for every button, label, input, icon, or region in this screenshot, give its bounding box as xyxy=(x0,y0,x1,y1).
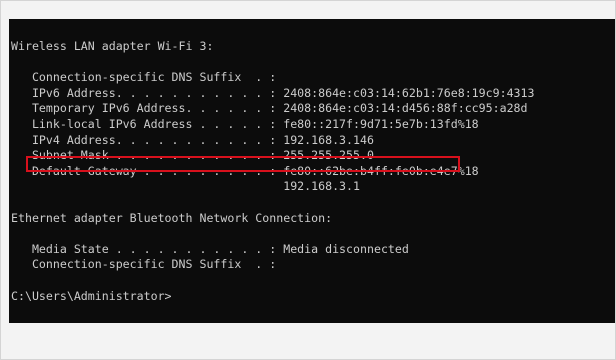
default-gateway-ipv4-line: 192.168.3.1 xyxy=(11,179,361,194)
bluetooth-dns-suffix-line: Connection-specific DNS Suffix . : xyxy=(11,257,277,272)
subnet-mask-line: Subnet Mask . . . . . . . . . . . : 255.… xyxy=(11,148,374,163)
media-state-line: Media State . . . . . . . . . . . : Medi… xyxy=(11,241,409,256)
link-local-ipv6-line: Link-local IPv6 Address . . . . . : fe80… xyxy=(11,116,479,131)
adapter-header-bluetooth: Ethernet adapter Bluetooth Network Conne… xyxy=(11,210,333,225)
console-output: Wireless LAN adapter Wi-Fi 3: Connection… xyxy=(11,39,535,304)
temp-ipv6-address-line: Temporary IPv6 Address. . . . . . : 2408… xyxy=(11,101,528,116)
ipv4-address-line: IPv4 Address. . . . . . . . . . . : 192.… xyxy=(11,132,374,147)
command-prompt-line[interactable]: C:\Users\Administrator> xyxy=(11,289,535,305)
ipv6-address-line: IPv6 Address. . . . . . . . . . . : 2408… xyxy=(11,85,535,100)
adapter-header-wifi: Wireless LAN adapter Wi-Fi 3: xyxy=(11,39,214,53)
command-prompt-window[interactable]: Wireless LAN adapter Wi-Fi 3: Connection… xyxy=(9,19,615,323)
dns-suffix-line: Connection-specific DNS Suffix . : xyxy=(11,70,277,85)
default-gateway-line: Default Gateway . . . . . . . . . : fe80… xyxy=(11,163,479,178)
screenshot-frame: Wireless LAN adapter Wi-Fi 3: Connection… xyxy=(0,0,616,360)
